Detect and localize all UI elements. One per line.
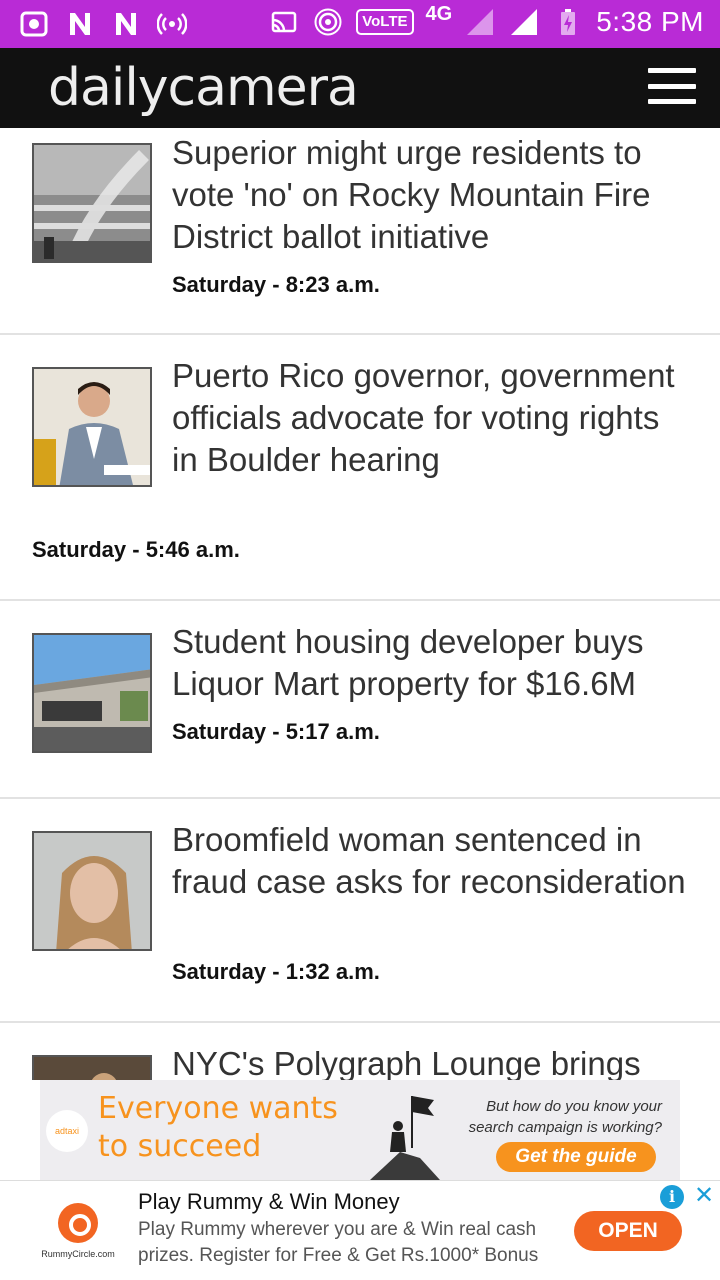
summit-flag-illustration	[370, 1096, 440, 1180]
banner-headline-line: Everyone wants	[98, 1091, 338, 1126]
article-item[interactable]: Student housing developer buys Liquor Ma…	[0, 601, 720, 797]
ad-brand-name: RummyCircle.com	[41, 1249, 115, 1259]
article-item[interactable]: Broomfield woman sentenced in fraud case…	[0, 799, 720, 1021]
article-item[interactable]: Superior might urge residents to vote 'n…	[0, 128, 720, 334]
ad-description: Play Rummy wherever you are & Win real c…	[138, 1219, 539, 1266]
menu-bar	[648, 99, 696, 104]
polygraph-lounge-photo[interactable]	[32, 1055, 152, 1080]
signal-icon	[464, 6, 496, 38]
network-type-label: 4G	[425, 2, 453, 25]
menu-bar	[648, 68, 696, 73]
banner-headline-line: to succeed	[98, 1129, 262, 1164]
article-time: Saturday - 8:23 a.m.	[172, 272, 380, 297]
menu-bar	[648, 83, 696, 89]
article-title[interactable]: Puerto Rico governor, government officia…	[172, 355, 692, 481]
ad-info-icon[interactable]: i	[660, 1185, 684, 1209]
hamburger-menu-icon[interactable]	[648, 68, 696, 104]
article-time: Saturday - 5:17 a.m.	[172, 719, 380, 744]
n-notification-icon	[110, 8, 142, 40]
banner-subtext: But how do you know your search campaign…	[468, 1098, 662, 1136]
rummycircle-logo: RummyCircle.com	[38, 1203, 118, 1259]
volte-badge: VoLTE	[356, 9, 414, 35]
site-header: dailycamera	[0, 48, 720, 128]
liquor-mart-building-photo[interactable]	[32, 633, 152, 753]
open-button[interactable]: OPEN	[574, 1211, 682, 1251]
article-title[interactable]: Superior might urge residents to vote 'n…	[172, 132, 692, 258]
get-the-guide-button[interactable]: Get the guide	[496, 1142, 656, 1172]
camera-app-icon	[18, 8, 50, 40]
n-notification-icon	[64, 8, 96, 40]
adtaxi-logo: adtaxi	[46, 1110, 88, 1152]
article-item[interactable]: NYC's Polygraph Lounge brings	[0, 1023, 720, 1080]
site-logo[interactable]: dailycamera	[48, 58, 359, 118]
article-time: Saturday - 1:32 a.m.	[172, 959, 380, 984]
banner-ad[interactable]: adtaxi Everyone wants to succeed But how…	[40, 1080, 680, 1180]
status-bar-right: VoLTE 4G 5:38 PM	[268, 2, 704, 38]
article-time: Saturday - 5:46 a.m.	[32, 537, 240, 562]
rummycircle-logo-icon	[58, 1203, 98, 1243]
mugshot-photo[interactable]	[32, 831, 152, 951]
article-title[interactable]: Student housing developer buys Liquor Ma…	[172, 621, 692, 705]
clock: 5:38 PM	[596, 6, 704, 37]
close-icon[interactable]: ✕	[692, 1183, 716, 1209]
ad-title[interactable]: Play Rummy & Win Money	[138, 1189, 400, 1215]
hotspot-icon	[156, 8, 188, 40]
bottom-app-ad[interactable]: RummyCircle.com Play Rummy & Win Money P…	[0, 1180, 720, 1280]
status-bar: VoLTE 4G 5:38 PM	[0, 0, 720, 48]
article-title[interactable]: NYC's Polygraph Lounge brings	[172, 1043, 692, 1080]
cast-icon	[268, 6, 300, 38]
battery-charging-icon	[552, 6, 584, 38]
article-title[interactable]: Broomfield woman sentenced in fraud case…	[172, 819, 692, 903]
fire-hydrant-spray-photo[interactable]	[32, 143, 152, 263]
signal-icon	[508, 6, 540, 38]
status-bar-left	[18, 8, 188, 40]
article-feed: Superior might urge residents to vote 'n…	[0, 128, 720, 1080]
wifi-hotspot-icon	[312, 6, 344, 38]
governor-speaking-photo[interactable]	[32, 367, 152, 487]
banner-headline: Everyone wants to succeed	[98, 1090, 338, 1166]
article-item[interactable]: Puerto Rico governor, government officia…	[0, 335, 720, 599]
